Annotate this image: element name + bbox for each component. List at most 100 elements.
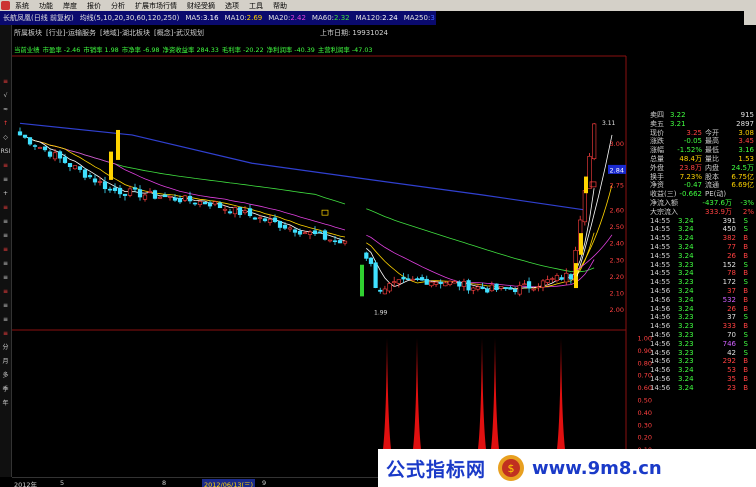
ask4-label: 卖四 (650, 111, 664, 119)
tick-row[interactable]: 14:56 3.24 37 B (650, 287, 756, 296)
flow-pct: 2% (742, 207, 754, 216)
candle-body (337, 240, 343, 244)
leftbar-tool[interactable]: ≡ (0, 159, 11, 172)
leftbar-tool[interactable]: ≡ (0, 257, 11, 270)
candle-body (277, 220, 283, 228)
tick-row[interactable]: 14:56 3.24 53 B (650, 366, 756, 375)
leftbar-tool[interactable]: √ (0, 89, 11, 102)
candle-body (42, 146, 48, 151)
tick-row[interactable]: 14:55 3.24 382 B (650, 234, 756, 243)
ma-legend-label: 均线(5,10,20,30,60,120,250) (79, 14, 180, 22)
tick-time: 14:56 (650, 304, 671, 313)
menu-options[interactable]: 选项 (222, 1, 246, 11)
tick-row[interactable]: 14:56 3.24 532 B (650, 296, 756, 305)
tick-price: 3.23 (678, 330, 694, 339)
sector-tag-concept[interactable]: [概念]-武汉规划 (154, 28, 204, 40)
menu-finance-news[interactable]: 财经受摘 (184, 1, 222, 11)
tick-row[interactable]: 14:56 3.23 292 B (650, 357, 756, 366)
tick-row[interactable]: 14:56 3.24 23 B (650, 384, 756, 393)
svg-text:$: $ (508, 462, 515, 475)
candle-body (559, 277, 564, 280)
leftbar-tool[interactable]: ≡ (0, 327, 11, 340)
tick-time: 14:56 (650, 286, 671, 295)
leftbar-tool[interactable]: 年 (0, 397, 11, 410)
ma10-line (29, 138, 595, 290)
leftbar-tool[interactable]: ≡ (0, 243, 11, 256)
leftbar-tool[interactable]: ≡ (0, 215, 11, 228)
sector-tag-industry[interactable]: [行业]-运输服务 (46, 28, 96, 40)
menu-help[interactable]: 帮助 (270, 1, 294, 11)
stat-label: 总量 (650, 154, 664, 163)
tick-row[interactable]: 14:55 3.24 77 B (650, 243, 756, 252)
tick-row[interactable]: 14:55 3.24 78 B (650, 269, 756, 278)
leftbar-tool[interactable]: ≡ (0, 285, 11, 298)
leftbar-tool[interactable]: ≈ (0, 103, 11, 116)
menu-quote[interactable]: 报价 (84, 1, 108, 11)
tick-time: 14:56 (650, 313, 671, 322)
tick-row[interactable]: 14:56 3.23 70 S (650, 331, 756, 340)
tick-row[interactable]: 14:56 3.24 26 B (650, 305, 756, 314)
leftbar-tool[interactable]: 多 (0, 369, 11, 382)
kline-chart[interactable]: 3.00 2.84 2.75 2.60 2.50 2.40 2.30 2.20 2.10 2.00… (12, 55, 652, 476)
menu-extended-market[interactable]: 扩展市场行情 (132, 1, 184, 11)
leftbar-tool[interactable]: + (0, 187, 11, 200)
menu-analysis[interactable]: 分析 (108, 1, 132, 11)
ask-row-5: 卖五 3.21 2897 (650, 120, 756, 129)
stats-block: 现价 3.25 今开 3.08 涨跌 -0.05 最高 3.45 涨幅 -1.52% 最低 3.16 总… (650, 129, 756, 199)
tick-row[interactable]: 14:55 3.24 450 S (650, 225, 756, 234)
leftbar-tool[interactable]: ≡ (0, 313, 11, 326)
tick-row[interactable]: 14:55 3.24 26 B (650, 252, 756, 261)
tick-row[interactable]: 14:56 3.23 42 S (650, 349, 756, 358)
leftbar-tool[interactable]: ≡ (0, 229, 11, 242)
leftbar-tool[interactable]: ↑ (0, 117, 11, 130)
tick-price: 3.24 (678, 225, 694, 234)
tick-row[interactable]: 14:56 3.23 333 B (650, 322, 756, 331)
candle-body (157, 196, 163, 199)
menu-tools[interactable]: 工具 (246, 1, 270, 11)
signal-spike (476, 338, 488, 462)
candle-body (424, 278, 429, 285)
tick-volume: 172 (722, 278, 736, 287)
tick-row[interactable]: 14:56 3.24 35 B (650, 375, 756, 384)
tick-row[interactable]: 14:56 3.23 37 S (650, 313, 756, 322)
tick-direction: S (743, 330, 748, 339)
tick-row[interactable]: 14:55 3.23 172 S (650, 278, 756, 287)
stat-value: 3.45 (738, 137, 754, 146)
leftbar-tool[interactable]: ≡ (0, 271, 11, 284)
candle-body (443, 282, 448, 287)
ma60-label: MA60: (311, 14, 335, 22)
tick-time: 14:56 (650, 357, 671, 366)
leftbar-tool[interactable]: ◇ (0, 131, 11, 144)
tick-list[interactable]: 14:55 3.24 391 S 14:55 3.24 450 S 14:55 3.24 382 B 1… (650, 217, 756, 393)
tick-volume: 37 (727, 286, 736, 295)
candle-body (312, 230, 318, 235)
fund-item: 市盈率 -2.46 (42, 46, 81, 54)
tick-row[interactable]: 14:55 3.24 391 S (650, 217, 756, 226)
menu-function[interactable]: 功能 (36, 1, 60, 11)
leftbar-tool[interactable]: ≡ (0, 201, 11, 214)
stat-label: 流通 (705, 181, 719, 190)
ask4-price: 3.22 (670, 111, 686, 119)
sector-tag-region[interactable]: [地域]-湖北板块 (100, 28, 150, 40)
leftbar-tool[interactable]: ≡ (0, 299, 11, 312)
candle-body (112, 187, 118, 191)
tick-row[interactable]: 14:56 3.23 746 S (650, 340, 756, 349)
leftbar-tool[interactable]: 季 (0, 383, 11, 396)
sector-label[interactable]: 所属板块 (14, 28, 42, 40)
leftbar-tool[interactable]: 月 (0, 355, 11, 368)
candle-body (536, 286, 541, 289)
leftbar-tool[interactable]: RSI (0, 145, 11, 158)
menu-system[interactable]: 系统 (12, 1, 36, 11)
leftbar-tool[interactable]: ≡ (0, 75, 11, 88)
tick-row[interactable]: 14:55 3.23 152 S (650, 261, 756, 270)
menu-depth[interactable]: 岸度 (60, 1, 84, 11)
candle-body (452, 281, 457, 284)
candle-body (419, 277, 425, 281)
leftbar-tool[interactable]: ≡ (0, 173, 11, 186)
leftbar-tool[interactable]: 分 (0, 341, 11, 354)
candle-body (272, 217, 278, 223)
ask4-volume: 915 (740, 111, 754, 119)
tick-volume: 532 (722, 295, 736, 304)
candle-body (480, 286, 485, 290)
tick-time: 14:55 (650, 278, 671, 287)
